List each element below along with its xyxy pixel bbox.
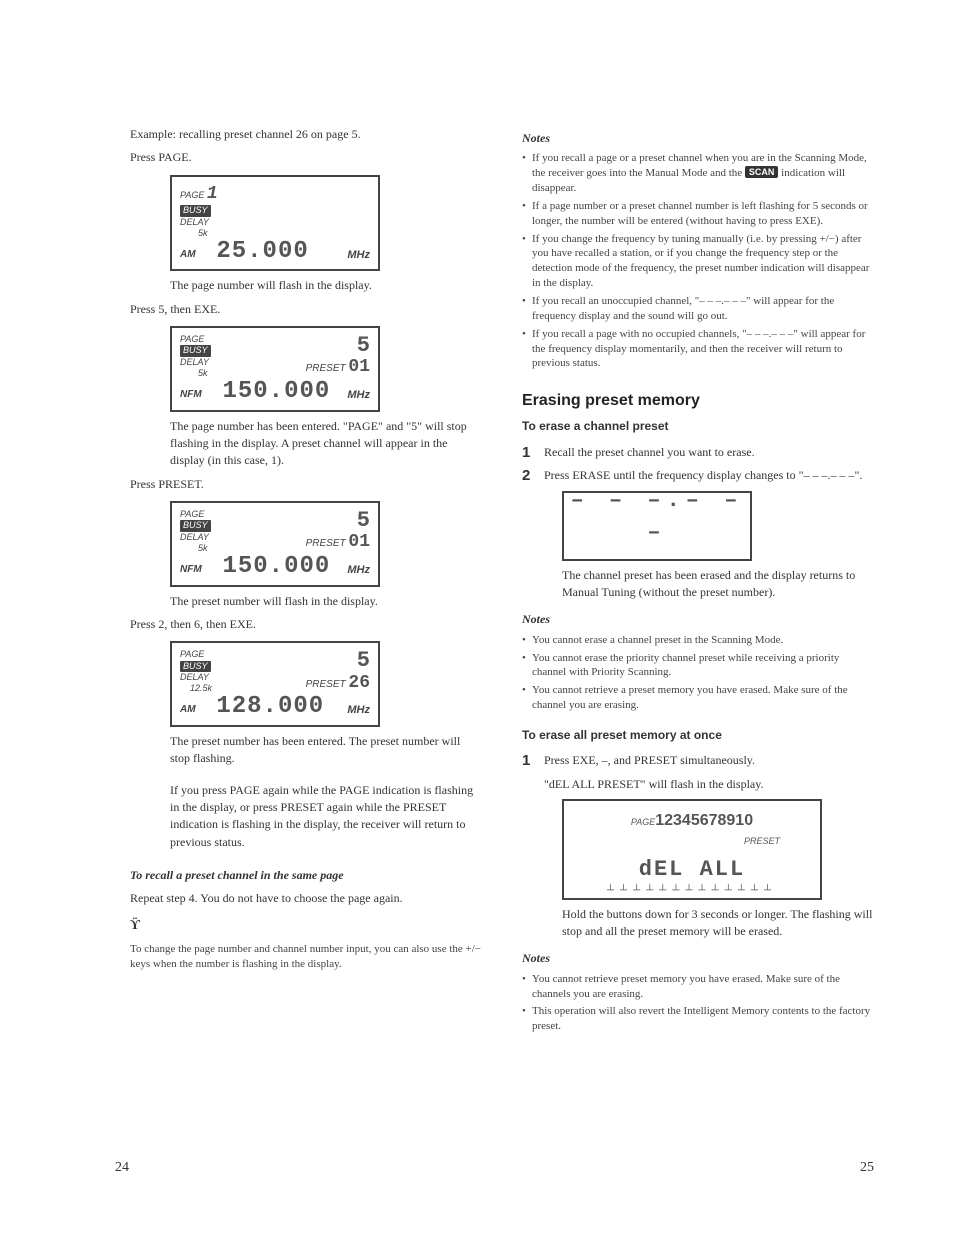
step-item: 1 Press EXE, –, and PRESET simultaneousl…: [522, 752, 874, 793]
caption-2: The page number has been entered. "PAGE"…: [170, 418, 482, 470]
note-item: If you change the frequency by tuning ma…: [522, 232, 874, 291]
page-number-left: 24: [115, 1158, 129, 1178]
note-item: If a page number or a preset channel num…: [522, 199, 874, 229]
erase-channel-preset-heading: To erase a channel preset: [522, 418, 874, 435]
lcd-display-erase: – – –.– – –: [562, 491, 752, 561]
note-item: You cannot erase the priority channel pr…: [522, 651, 874, 681]
recall-same-page-body: Repeat step 4. You do not have to choose…: [130, 890, 482, 907]
page-number-right: 25: [860, 1158, 874, 1178]
tip-body: To change the page number and channel nu…: [130, 942, 482, 972]
notes-list-3: You cannot retrieve preset memory you ha…: [522, 972, 874, 1034]
notes-list-1: If you recall a page or a preset channel…: [522, 151, 874, 371]
step-item: 1Recall the preset channel you want to e…: [522, 444, 874, 461]
note-item: If you recall a page or a preset channel…: [522, 151, 874, 196]
notes-heading-3: Notes: [522, 950, 874, 967]
recall-same-page-heading: To recall a preset channel in the same p…: [130, 867, 482, 884]
example-text-1: Example: recalling preset channel 26 on …: [130, 126, 482, 143]
scan-badge: SCAN: [745, 166, 779, 178]
erase-all-heading: To erase all preset memory at once: [522, 727, 874, 744]
lcd-display-del-all: PAGE12345678910 PRESET dEL ALL ┴┴┴┴┴┴┴┴┴…: [562, 799, 822, 899]
step-4-text: Press 2, then 6, then EXE.: [130, 616, 482, 633]
step-2-text: Press 5, then EXE.: [130, 301, 482, 318]
note-item: You cannot retrieve a preset memory you …: [522, 683, 874, 713]
note-item: If you recall a page with no occupied ch…: [522, 327, 874, 372]
erase-caption: The channel preset has been erased and t…: [562, 567, 874, 602]
lcd-display-4: PAGE BUSY DELAY 12.5k 5 PRESET 26 AM 128…: [170, 641, 380, 726]
example-text-2: Press PAGE.: [130, 149, 482, 166]
step-item: 2Press ERASE until the frequency display…: [522, 467, 874, 484]
del-all-caption: Hold the buttons down for 3 seconds or l…: [562, 906, 874, 941]
step-3-text: Press PRESET.: [130, 476, 482, 493]
caption-5: If you press PAGE again while the PAGE i…: [170, 782, 482, 852]
tip-icon: ϔ: [130, 916, 482, 936]
lcd-display-1: PAGE 1 BUSY DELAY 5k AM 25.000 MHz: [170, 175, 380, 272]
lcd-display-3: PAGE BUSY DELAY 5k 5 PRESET 01 NFM 150.0…: [170, 501, 380, 586]
notes-heading-1: Notes: [522, 130, 874, 147]
caption-3: The preset number will flash in the disp…: [170, 593, 482, 610]
note-item: You cannot erase a channel preset in the…: [522, 633, 874, 648]
lcd-display-2: PAGE BUSY DELAY 5k 5 PRESET 01 NFM 150.0…: [170, 326, 380, 411]
caption-1: The page number will flash in the displa…: [170, 277, 482, 294]
erasing-preset-memory-heading: Erasing preset memory: [522, 389, 874, 412]
note-item: If you recall an unoccupied channel, "– …: [522, 294, 874, 324]
notes-list-2: You cannot erase a channel preset in the…: [522, 633, 874, 713]
note-item: You cannot retrieve preset memory you ha…: [522, 972, 874, 1002]
notes-heading-2: Notes: [522, 611, 874, 628]
note-item: This operation will also revert the Inte…: [522, 1004, 874, 1034]
caption-4: The preset number has been entered. The …: [170, 733, 482, 768]
